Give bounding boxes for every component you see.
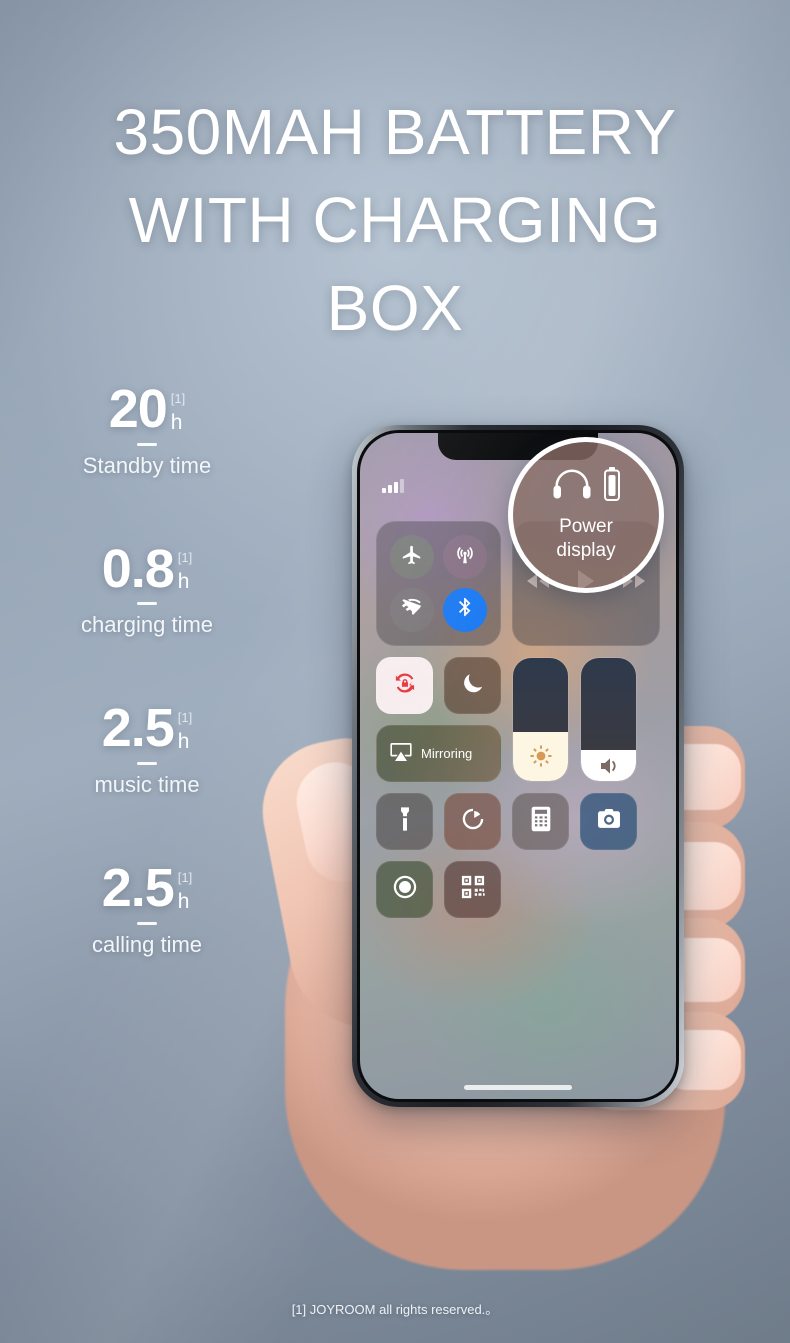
- stat-standby-time: 20 [1] h Standby time: [18, 379, 276, 479]
- rotation-lock-icon: [392, 670, 418, 701]
- footnote: [1] JOYROOM all rights reserved.。: [291, 1302, 499, 1317]
- signal-bars-icon: [382, 479, 404, 493]
- stat-divider: [137, 762, 157, 766]
- qr-scanner-button[interactable]: [444, 861, 501, 918]
- cellular-icon: [454, 544, 476, 571]
- record-icon: [391, 873, 419, 906]
- stat-value: 2.5: [101, 698, 175, 759]
- footnote-marker: [1]: [177, 550, 193, 566]
- stat-unit: h: [177, 730, 190, 754]
- page-title: 350MAH BATTERY WITH CHARGING BOX: [0, 88, 790, 352]
- toggles-column: Mirroring: [376, 657, 501, 782]
- footnote-marker: [1]: [170, 390, 186, 406]
- stat-divider: [137, 602, 157, 606]
- stat-value: 2.5: [101, 858, 175, 919]
- power-display-badge: Power display: [508, 437, 664, 593]
- stat-label: music time: [94, 772, 200, 798]
- home-indicator[interactable]: [464, 1085, 572, 1090]
- volume-icon: [581, 754, 636, 778]
- badge-icon-row: [552, 467, 620, 506]
- connectivity-panel: [376, 521, 501, 646]
- stat-value: 0.8: [101, 538, 175, 599]
- airplay-icon: [389, 742, 413, 765]
- qr-code-icon: [459, 873, 487, 906]
- stat-unit: h: [177, 570, 190, 594]
- do-not-disturb-toggle[interactable]: [444, 657, 501, 714]
- flashlight-button[interactable]: [376, 793, 433, 850]
- footnote-marker: [1]: [177, 869, 193, 885]
- badge-label: Power display: [556, 515, 615, 563]
- stat-divider: [137, 442, 157, 446]
- airplane-icon: [401, 544, 423, 571]
- stat-label: calling time: [91, 931, 203, 957]
- calculator-button[interactable]: [512, 793, 569, 850]
- stat-value-row: 2.5 [1] h: [18, 698, 276, 759]
- stat-charging-time: 0.8 [1] h charging time: [18, 538, 276, 639]
- timer-button[interactable]: [444, 793, 501, 850]
- timer-icon: [459, 805, 487, 838]
- brightness-slider[interactable]: [512, 657, 569, 782]
- headline-line-1: 350MAH BATTERY: [113, 96, 677, 168]
- camera-icon: [595, 805, 623, 838]
- rotation-lock-toggle[interactable]: [376, 657, 433, 714]
- brightness-icon: [513, 744, 568, 768]
- wifi-off-icon: [401, 596, 423, 623]
- headphones-icon: [552, 468, 592, 505]
- bluetooth-toggle[interactable]: [442, 587, 487, 632]
- wifi-toggle[interactable]: [390, 587, 435, 632]
- stat-label: Standby time: [82, 452, 212, 478]
- battery-icon: [604, 467, 620, 506]
- sliders-group: [512, 657, 637, 782]
- flashlight-icon: [391, 805, 419, 838]
- stat-value-row: 20 [1] h: [18, 379, 276, 439]
- headline-line-3: BOX: [326, 272, 464, 344]
- volume-slider[interactable]: [580, 657, 637, 782]
- shortcuts-grid: [376, 793, 660, 918]
- stat-value: 20: [108, 379, 168, 439]
- control-center-row-2: Mirroring: [376, 657, 660, 782]
- stat-value-row: 0.8 [1] h: [18, 538, 276, 599]
- screen-record-button[interactable]: [376, 861, 433, 918]
- stat-value-row: 2.5 [1] h: [18, 858, 276, 919]
- airplane-mode-toggle[interactable]: [390, 535, 435, 580]
- moon-icon: [460, 670, 486, 701]
- stat-unit: h: [177, 889, 190, 913]
- stat-music-time: 2.5 [1] h music time: [18, 698, 276, 798]
- stat-unit: h: [170, 410, 183, 434]
- spec-stats-list: 20 [1] h Standby time 0.8 [1] h charging…: [18, 379, 276, 958]
- screen-mirroring-label: Mirroring: [421, 746, 473, 761]
- cellular-data-toggle[interactable]: [442, 535, 487, 580]
- camera-button[interactable]: [580, 793, 637, 850]
- screen-mirroring-button[interactable]: Mirroring: [376, 725, 501, 782]
- calculator-icon: [527, 805, 555, 838]
- stat-divider: [137, 921, 157, 925]
- bluetooth-icon: [454, 596, 476, 623]
- badge-label-line-1: Power: [559, 516, 613, 537]
- footnote-marker: [1]: [177, 710, 193, 726]
- headline-line-2: WITH CHARGING: [128, 184, 662, 256]
- stat-calling-time: 2.5 [1] h calling time: [18, 858, 276, 958]
- stat-label: charging time: [80, 612, 214, 638]
- badge-label-line-2: display: [556, 540, 616, 561]
